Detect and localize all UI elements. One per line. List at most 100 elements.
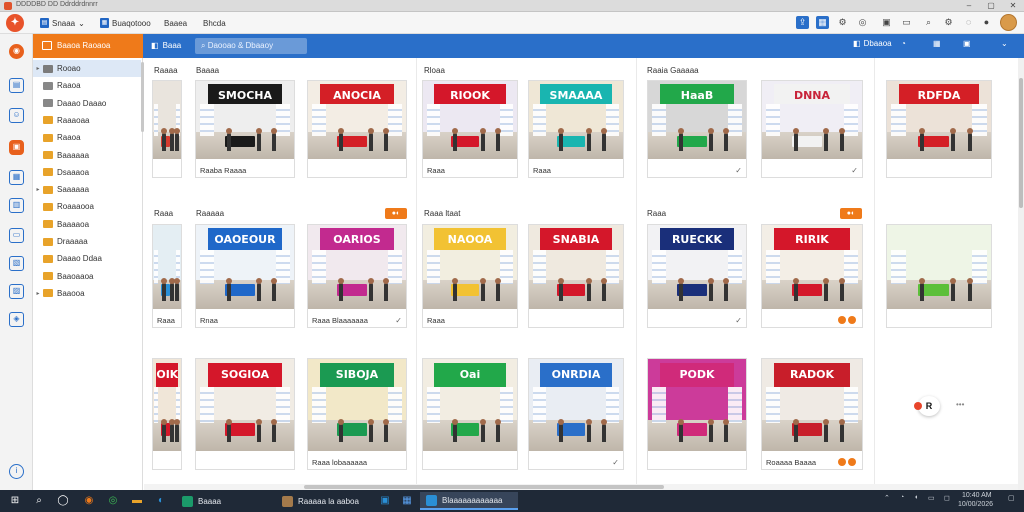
sync-icon[interactable]: ◎: [856, 16, 869, 29]
checkmark-icon[interactable]: ✓: [735, 316, 742, 325]
photo-tile[interactable]: SNABIA: [528, 224, 624, 328]
home-icon[interactable]: ◉: [9, 44, 24, 59]
close-icon[interactable]: ✕: [1002, 0, 1024, 12]
more-options-icon[interactable]: •••: [956, 400, 964, 409]
photo-tile[interactable]: SMAAAA Raaa: [528, 80, 624, 178]
tray-chevron-icon[interactable]: ⌃: [884, 494, 890, 502]
library-icon[interactable]: ▤: [9, 78, 24, 93]
photo-tile[interactable]: OARIOS Raaa Blaaaaaaa ✓: [307, 224, 407, 328]
photo-tile[interactable]: OAOEOUR Rnaa: [195, 224, 295, 328]
tree-item[interactable]: Raaaoaa: [33, 112, 141, 129]
photo-tile[interactable]: RIRIK: [761, 224, 863, 328]
gallery-icon[interactable]: ▨: [9, 284, 24, 299]
date[interactable]: 10/00/2026: [958, 501, 993, 508]
more-button[interactable]: ⌄: [1001, 39, 1008, 48]
settings-icon[interactable]: ⚙: [836, 16, 849, 29]
gear-icon[interactable]: ⚙: [942, 16, 955, 29]
photos-icon[interactable]: ▦: [400, 494, 414, 508]
network-icon[interactable]: ◔: [900, 494, 904, 501]
photos-icon[interactable]: ▣: [9, 140, 24, 155]
tree-item[interactable]: Roaaaooa: [33, 198, 141, 215]
photo-tile[interactable]: Raaa: [152, 224, 182, 328]
rating-dots[interactable]: [838, 458, 856, 466]
minimize-icon[interactable]: –: [958, 0, 980, 12]
photo-tile[interactable]: OIK: [152, 358, 182, 470]
toolbar-item-file[interactable]: ▤ Snaaa ⌄: [40, 16, 85, 30]
taskbar-app-active[interactable]: Blaaaaaaaaaaaa: [420, 492, 518, 510]
clock[interactable]: 10:40 AM: [962, 492, 992, 499]
sort-button[interactable]: ◔: [901, 39, 906, 48]
mail-icon[interactable]: ▣: [378, 494, 392, 508]
photo-tile[interactable]: PODK: [647, 358, 747, 470]
tree-item[interactable]: Daaao Daaao: [33, 95, 141, 112]
maximize-icon[interactable]: ▢: [980, 0, 1002, 12]
chrome-icon[interactable]: ◎: [106, 494, 120, 508]
app-logo-icon[interactable]: ✦: [6, 14, 24, 32]
notification-icon[interactable]: ▢: [1008, 494, 1015, 502]
toolbar-item-help[interactable]: Bhcda: [203, 16, 226, 30]
calendar-icon[interactable]: ▦: [9, 170, 24, 185]
tree-item[interactable]: ▸ Rooao: [33, 60, 141, 77]
photo-tile[interactable]: RUECKK ✓: [647, 224, 747, 328]
tree-item[interactable]: Baaaaoa: [33, 216, 141, 233]
photo-tile[interactable]: ANOCIA: [307, 80, 407, 178]
photo-tile[interactable]: NAOOA Raaa: [422, 224, 518, 328]
photo-tile[interactable]: SIBOJA Raaa lobaaaaaa: [307, 358, 407, 470]
filter-button[interactable]: ◧ Dbaaoa: [853, 39, 892, 48]
tree-item[interactable]: Dsaaaoa: [33, 164, 141, 181]
tree-item[interactable]: Raaoa: [33, 77, 141, 94]
group-badge[interactable]: ●◐: [840, 208, 862, 219]
tags-icon[interactable]: ◈: [9, 312, 24, 327]
expand-caret-icon[interactable]: ▸: [33, 186, 43, 193]
photo-tile[interactable]: [152, 80, 182, 178]
battery-icon[interactable]: ▭: [928, 494, 935, 502]
tree-item[interactable]: ▸ Baaooa: [33, 285, 141, 302]
tree-item[interactable]: Daaao Ddaa: [33, 250, 141, 267]
scrollbar-thumb[interactable]: [1019, 78, 1023, 208]
photo-tile[interactable]: Oai: [422, 358, 518, 470]
taskbar-app[interactable]: Raaaaa la aaboa: [276, 492, 365, 510]
tree-item[interactable]: ▸ Saaaaaa: [33, 181, 141, 198]
edge-icon[interactable]: ◐: [154, 494, 168, 508]
photo-tile[interactable]: ONRDIA ✓: [528, 358, 624, 470]
grid-button[interactable]: ▦: [933, 39, 941, 48]
window-icon[interactable]: ▭: [900, 16, 913, 29]
browser-icon[interactable]: ◉: [82, 494, 96, 508]
checkmark-icon[interactable]: ✓: [851, 166, 858, 175]
language-icon[interactable]: ◻: [944, 494, 950, 502]
search-input[interactable]: ⌕ Daooao & Dbaaoy: [195, 38, 307, 54]
photo-tile[interactable]: SOGIOA: [195, 358, 295, 470]
tree-item[interactable]: Draaaaa: [33, 233, 141, 250]
photo-tile[interactable]: SMOCHA Raaba Raaaa: [195, 80, 295, 178]
checkmark-icon[interactable]: ✓: [612, 458, 619, 467]
info-icon[interactable]: i: [9, 464, 24, 479]
task-view-icon[interactable]: ◯: [56, 494, 70, 508]
search-icon[interactable]: ⌕: [922, 16, 935, 29]
scrollbar-thumb[interactable]: [304, 485, 664, 489]
tree-item[interactable]: Baaaaaa: [33, 147, 141, 164]
start-icon[interactable]: ⊞: [8, 494, 22, 508]
grid-view-icon[interactable]: ▦: [816, 16, 829, 29]
taskbar-app[interactable]: Baaaa: [176, 492, 227, 510]
expand-caret-icon[interactable]: ▸: [33, 290, 43, 297]
photo-tile[interactable]: RDFDA: [886, 80, 992, 178]
back-button[interactable]: ◧ Baaa: [151, 41, 181, 50]
group-badge[interactable]: ●◐: [385, 208, 407, 219]
chart-icon[interactable]: ▧: [9, 256, 24, 271]
checkmark-icon[interactable]: ✓: [735, 166, 742, 175]
tree-item[interactable]: Baaoaaoa: [33, 268, 141, 285]
share-icon[interactable]: ⇪: [796, 16, 809, 29]
photo-tile[interactable]: DNNA ✓: [761, 80, 863, 178]
documents-icon[interactable]: ▥: [9, 198, 24, 213]
people-icon[interactable]: ☺: [9, 108, 24, 123]
avatar[interactable]: [1000, 14, 1017, 31]
expand-caret-icon[interactable]: ▸: [33, 65, 43, 72]
folder-icon[interactable]: ▬: [130, 494, 144, 508]
rating-dots[interactable]: [838, 316, 856, 324]
photo-tile[interactable]: RIOOK Raaa: [422, 80, 518, 178]
floating-action-button[interactable]: R: [914, 396, 940, 416]
photo-tile[interactable]: HaaB ✓: [647, 80, 747, 178]
help-icon[interactable]: ◌: [962, 16, 975, 29]
vertical-scrollbar[interactable]: [1018, 58, 1024, 490]
panel-button[interactable]: ▣: [963, 39, 971, 48]
